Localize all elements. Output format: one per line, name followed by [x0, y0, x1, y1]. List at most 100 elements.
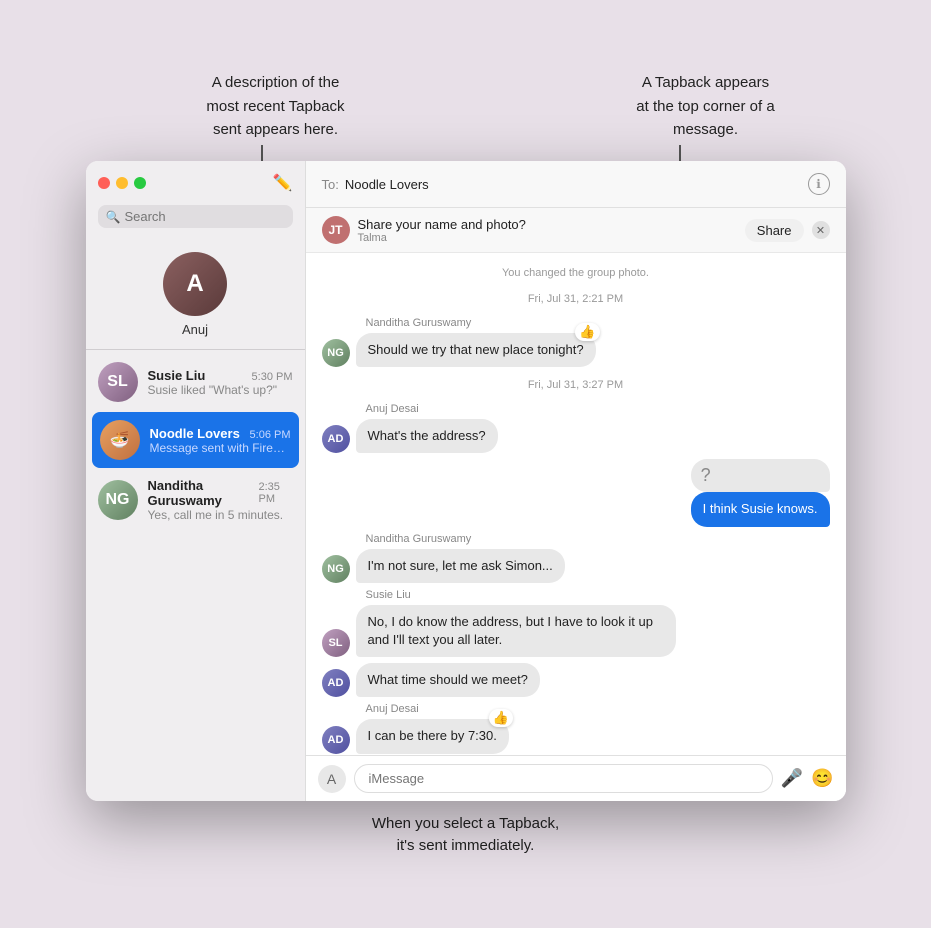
conv-item-nanditha[interactable]: NG Nanditha Guruswamy 2:35 PM Yes, call … [86, 470, 305, 530]
system-message: You changed the group photo. [322, 267, 830, 279]
tapback-question: ? [691, 459, 830, 492]
msg-group-anuj-1: Anuj Desai AD What's the address? [322, 403, 830, 453]
msg-row-anuj-3: AD I can be there by 7:30. 👍 [322, 719, 830, 753]
nanditha-name: Nanditha Guruswamy [148, 478, 259, 508]
app-store-button[interactable]: A [318, 765, 346, 793]
sender-anuj-3: Anuj Desai [366, 703, 830, 715]
msg-group-nanditha-1: Nanditha Guruswamy NG Should we try that… [322, 317, 830, 367]
share-banner: JT Share your name and photo? Talma Shar… [306, 208, 846, 253]
msg-row-susie-1: SL No, I do know the address, but I have… [322, 605, 830, 657]
message-input[interactable] [354, 764, 773, 793]
anuj-msg-avatar-2: AD [322, 669, 350, 697]
nanditha-time: 2:35 PM [258, 481, 292, 505]
bubble-anuj-3: I can be there by 7:30. [356, 719, 509, 753]
msg-row-anuj-2: AD What time should we meet? [322, 663, 830, 697]
share-title: Share your name and photo? [358, 217, 737, 232]
noodle-name: Noodle Lovers [150, 426, 240, 441]
maximize-button[interactable] [134, 177, 146, 189]
to-label: To: [322, 177, 339, 192]
nanditha-header: Nanditha Guruswamy 2:35 PM [148, 478, 293, 508]
bubble-wrapper-anuj-3: I can be there by 7:30. 👍 [356, 719, 509, 753]
susie-time: 5:30 PM [252, 371, 293, 383]
emoji-icon: 😊 [811, 768, 833, 788]
app-store-icon: A [327, 771, 336, 787]
susie-text: Susie Liu 5:30 PM Susie liked "What's up… [148, 368, 293, 397]
annotation-bottom: When you select a Tapback,it's sent imme… [372, 813, 559, 857]
sidebar: ✏️ 🔍 A Anuj SL Susie Liu 5:30 PM [86, 161, 306, 801]
tapback-nanditha-1: 👍 [575, 323, 599, 341]
compose-button[interactable]: ✏️ [273, 173, 293, 193]
nanditha-avatar: NG [98, 480, 138, 520]
anuj-msg-avatar-3: AD [322, 726, 350, 754]
titlebar: ✏️ [86, 161, 305, 199]
annotation-left: A description of themost recent Tapbacks… [146, 71, 406, 141]
noodle-text: Noodle Lovers 5:06 PM Message sent with … [150, 426, 291, 455]
arrow-line-right [679, 145, 681, 161]
nanditha-preview: Yes, call me in 5 minutes. [148, 508, 293, 522]
share-banner-text: Share your name and photo? Talma [358, 217, 737, 244]
tapback-anuj-3: 👍 [489, 709, 513, 727]
timestamp-2: Fri, Jul 31, 3:27 PM [322, 379, 830, 391]
main-chat: To: Noodle Lovers ℹ JT Share your name a… [306, 161, 846, 801]
bubble-anuj-1: What's the address? [356, 419, 498, 453]
arrow-line-left [261, 145, 263, 161]
bubble-susie-1: No, I do know the address, but I have to… [356, 605, 676, 657]
search-section: 🔍 [86, 199, 305, 236]
timestamp-1: Fri, Jul 31, 2:21 PM [322, 293, 830, 305]
msg-row-anuj-1: AD What's the address? [322, 419, 830, 453]
susie-name: Susie Liu [148, 368, 206, 383]
share-subtitle: Talma [358, 232, 737, 244]
search-input[interactable] [124, 209, 284, 224]
conv-item-noodle[interactable]: 🍜 Noodle Lovers 5:06 PM Message sent wit… [92, 412, 299, 468]
close-button[interactable] [98, 177, 110, 189]
search-box[interactable]: 🔍 [98, 205, 293, 228]
annotation-right: A Tapback appearsat the top corner of am… [596, 71, 816, 141]
msg-row-nanditha-2: NG I'm not sure, let me ask Simon... [322, 549, 830, 583]
chat-contact: Noodle Lovers [345, 177, 429, 192]
share-close-button[interactable]: ✕ [812, 221, 830, 239]
share-avatar: JT [322, 216, 350, 244]
anuj-name: Anuj [182, 322, 208, 337]
bubble-nanditha-1: Should we try that new place tonight? [356, 333, 596, 367]
audio-button[interactable]: 🎤 [781, 768, 803, 789]
msg-group-nanditha-2: Nanditha Guruswamy NG I'm not sure, let … [322, 533, 830, 583]
conversation-list: SL Susie Liu 5:30 PM Susie liked "What's… [86, 354, 305, 801]
chat-header: To: Noodle Lovers ℹ [306, 161, 846, 208]
emoji-button[interactable]: 😊 [811, 768, 833, 789]
input-bar: A 🎤 😊 [306, 755, 846, 801]
traffic-lights [98, 177, 146, 189]
nanditha-text: Nanditha Guruswamy 2:35 PM Yes, call me … [148, 478, 293, 522]
sender-susie-1: Susie Liu [366, 589, 830, 601]
sender-anuj-1: Anuj Desai [366, 403, 830, 415]
search-icon: 🔍 [106, 210, 121, 224]
noodle-avatar: 🍜 [100, 420, 140, 460]
noodle-time: 5:06 PM [250, 429, 291, 441]
bubble-wrapper-outgoing-1: ? I think Susie knows. [691, 459, 830, 526]
app-window: ✏️ 🔍 A Anuj SL Susie Liu 5:30 PM [86, 161, 846, 801]
bubble-outgoing-1: I think Susie knows. [691, 492, 830, 526]
nanditha-msg-avatar: NG [322, 339, 350, 367]
bubble-nanditha-2: I'm not sure, let me ask Simon... [356, 549, 565, 583]
audio-icon: 🎤 [781, 768, 803, 788]
share-button[interactable]: Share [745, 219, 804, 242]
susie-msg-avatar-1: SL [322, 629, 350, 657]
susie-avatar: SL [98, 362, 138, 402]
anuj-avatar-section: A Anuj [86, 236, 305, 345]
msg-group-anuj-3: Anuj Desai AD I can be there by 7:30. 👍 [322, 703, 830, 753]
nanditha-msg-avatar-2: NG [322, 555, 350, 583]
info-button[interactable]: ℹ [808, 173, 830, 195]
msg-group-susie-1: Susie Liu SL No, I do know the address, … [322, 589, 830, 657]
messages-area: You changed the group photo. Fri, Jul 31… [306, 253, 846, 755]
sender-nanditha-2: Nanditha Guruswamy [366, 533, 830, 545]
bubble-anuj-2: What time should we meet? [356, 663, 540, 697]
bubble-wrapper-nanditha-1: Should we try that new place tonight? 👍 [356, 333, 596, 367]
susie-preview: Susie liked "What's up?" [148, 383, 293, 397]
minimize-button[interactable] [116, 177, 128, 189]
msg-row-outgoing-1: ? I think Susie knows. [322, 459, 830, 526]
sidebar-divider [86, 349, 305, 350]
anuj-avatar[interactable]: A [163, 252, 227, 316]
noodle-preview: Message sent with Fireworks [150, 441, 291, 455]
conv-item-susie[interactable]: SL Susie Liu 5:30 PM Susie liked "What's… [86, 354, 305, 410]
noodle-header: Noodle Lovers 5:06 PM [150, 426, 291, 441]
susie-header: Susie Liu 5:30 PM [148, 368, 293, 383]
